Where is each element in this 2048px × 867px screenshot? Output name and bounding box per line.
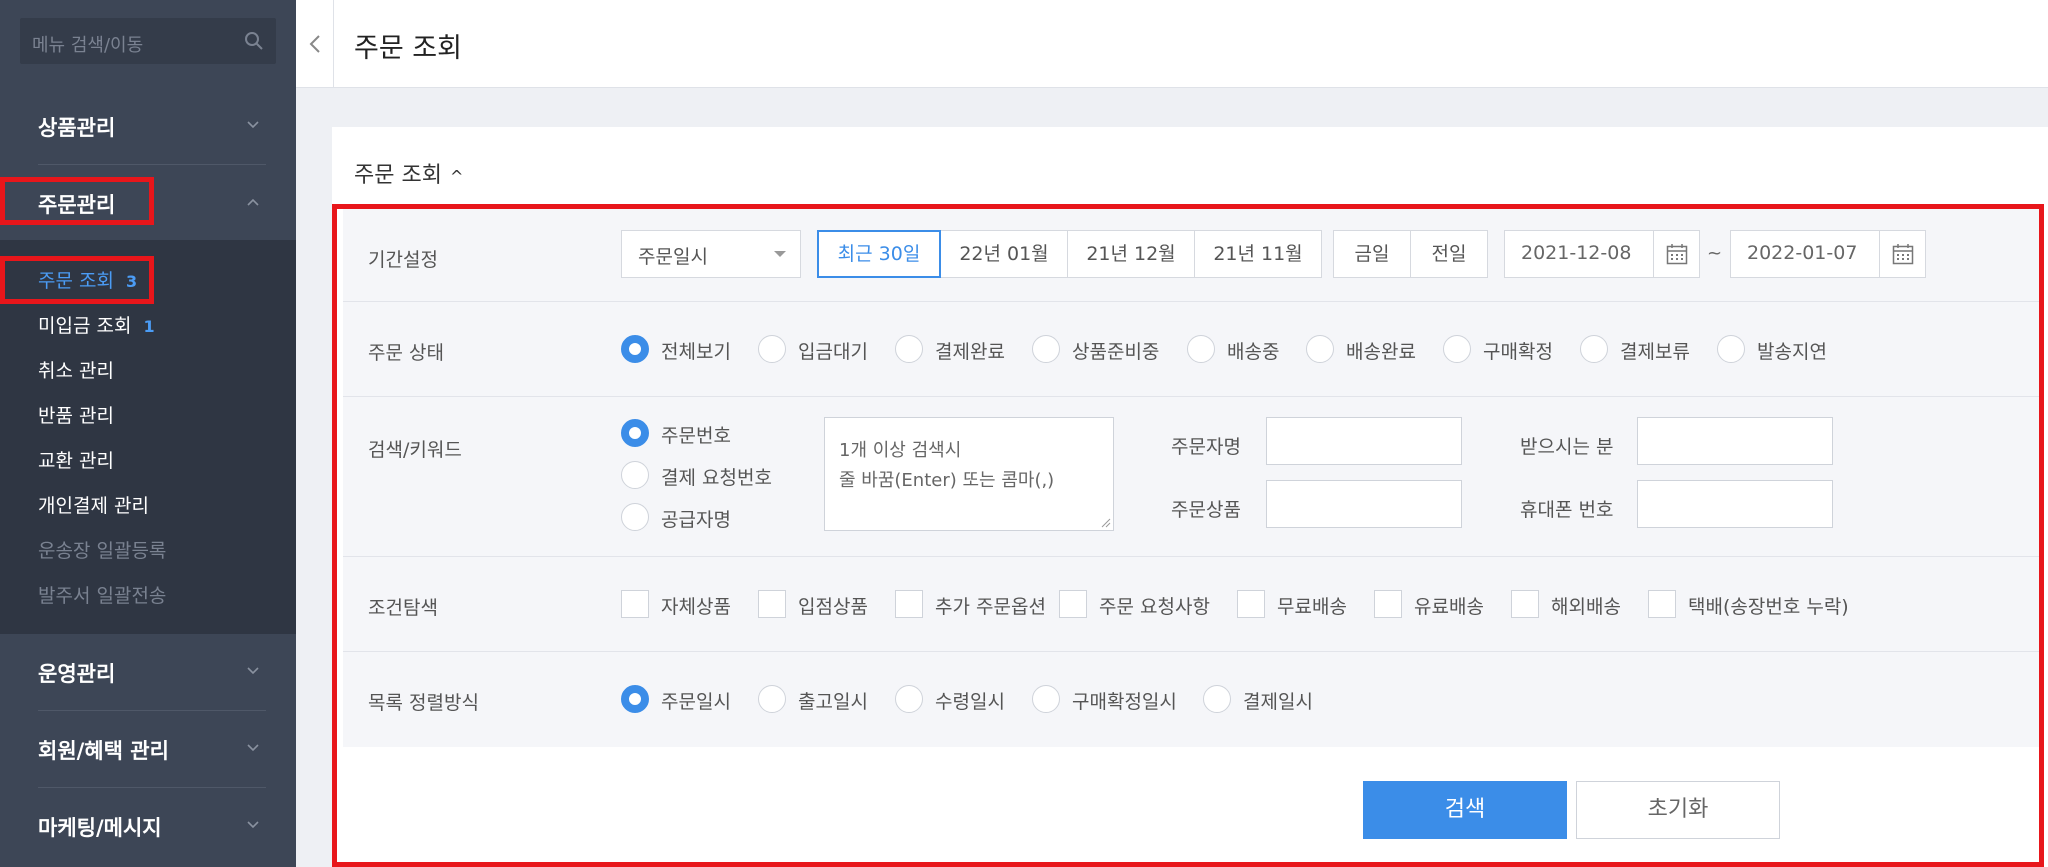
highlight-box-order-inquiry	[0, 256, 154, 304]
menu-group-operation[interactable]: 운영관리	[0, 634, 296, 710]
sidebar-collapse-button[interactable]	[296, 0, 334, 88]
sidebar-item-invoice-bulk[interactable]: 운송장 일괄등록	[38, 536, 166, 563]
caret-up-icon: ^	[449, 167, 464, 186]
menu-group-label: 마케팅/메시지	[38, 816, 162, 840]
count-badge: 1	[143, 317, 155, 336]
top-bar: 주문 조회	[296, 0, 2048, 88]
menu-group-label: 상품관리	[38, 116, 116, 140]
highlight-box-filter-panel	[332, 204, 2044, 867]
menu-search-placeholder: 메뉴 검색/이동	[32, 35, 144, 56]
period-recent-30-button[interactable]: 최근 30일	[817, 230, 941, 278]
chevron-up-icon	[247, 198, 259, 206]
menu-group-product[interactable]: 상품관리	[0, 88, 296, 164]
search-icon[interactable]	[244, 31, 264, 51]
chevron-down-icon	[247, 821, 259, 829]
sidebar: 메뉴 검색/이동 상품관리 주문관리 주문 조회 3 미입금 조회 1 취소 관리 …	[0, 0, 296, 867]
menu-group-label: 회원/혜택 관리	[38, 739, 169, 763]
menu-search-input[interactable]: 메뉴 검색/이동	[20, 18, 276, 64]
sidebar-item-return[interactable]: 반품 관리	[38, 401, 114, 428]
highlight-box-order-menu	[0, 177, 154, 225]
sidebar-item-cancel[interactable]: 취소 관리	[38, 356, 114, 383]
sidebar-item-unpaid-inquiry[interactable]: 미입금 조회 1	[38, 311, 155, 338]
chevron-left-icon	[309, 35, 320, 53]
card-title[interactable]: 주문 조회 ^	[354, 157, 463, 189]
chevron-down-icon	[247, 667, 259, 675]
chevron-down-icon	[247, 121, 259, 129]
menu-group-label: 운영관리	[38, 662, 116, 686]
chevron-down-icon	[247, 744, 259, 752]
menu-group-member[interactable]: 회원/혜택 관리	[0, 711, 296, 787]
page-title: 주문 조회	[354, 33, 462, 64]
sidebar-item-exchange[interactable]: 교환 관리	[38, 446, 114, 473]
sidebar-item-personal-payment[interactable]: 개인결제 관리	[38, 491, 149, 518]
menu-group-marketing[interactable]: 마케팅/메시지	[0, 788, 296, 864]
sidebar-item-po-bulk[interactable]: 발주서 일괄전송	[38, 581, 166, 608]
